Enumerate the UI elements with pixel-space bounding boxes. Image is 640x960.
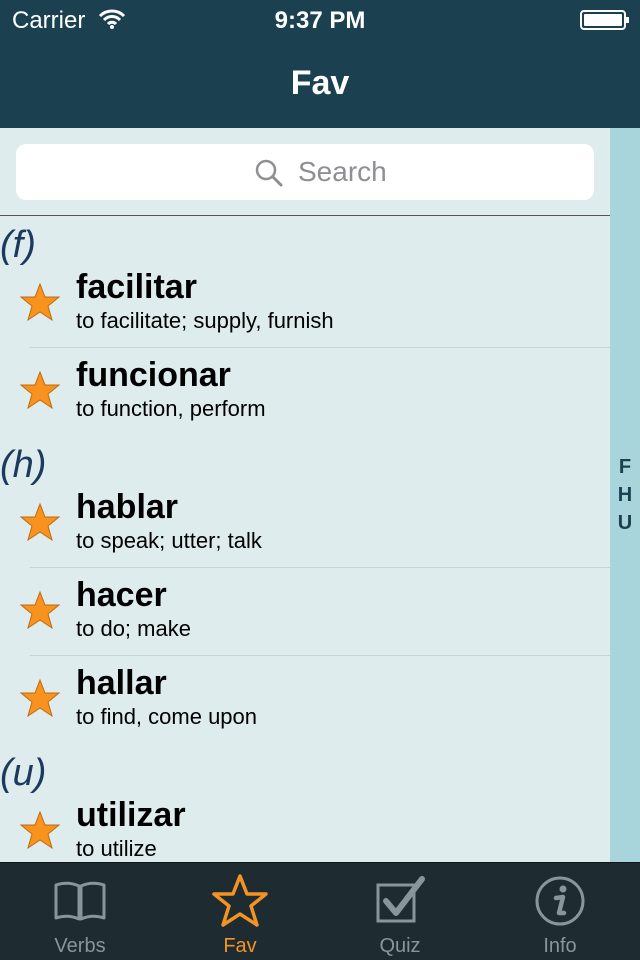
verb-meaning: to find, come upon [76, 704, 258, 729]
verb-meaning: to function, perform [76, 396, 266, 421]
star-icon[interactable] [20, 370, 60, 410]
verb-meaning: to utilize [76, 836, 157, 861]
tab-fav[interactable]: Fav [160, 863, 320, 960]
battery-icon [580, 10, 629, 30]
search-input[interactable]: Search [16, 144, 594, 200]
tab-label: Quiz [379, 935, 421, 957]
search-placeholder: Search [298, 156, 387, 187]
page-title: Fav [290, 64, 350, 102]
status-bar: Carrier 9:37 PM [0, 0, 640, 40]
verb-label: hablar [76, 488, 179, 526]
search-icon [255, 159, 283, 187]
verb-label: facilitar [76, 268, 197, 306]
info-icon [535, 876, 585, 926]
verb-meaning: to speak; utter; talk [76, 528, 262, 553]
checkbox-icon [376, 876, 425, 923]
verb-label: utilizar [76, 796, 186, 834]
status-time: 9:37 PM [274, 7, 366, 34]
tab-verbs[interactable]: Verbs [0, 863, 160, 960]
tab-info[interactable]: Info [480, 863, 640, 960]
verb-label: hacer [76, 576, 167, 614]
list-item[interactable]: hablar to speak; utter; talk [0, 480, 610, 568]
star-icon [212, 874, 268, 927]
star-icon[interactable] [20, 810, 60, 850]
star-icon[interactable] [20, 502, 60, 542]
nav-bar: Fav [0, 40, 640, 128]
index-letter-h[interactable]: H [610, 484, 640, 507]
verb-meaning: to do; make [76, 616, 191, 641]
star-icon[interactable] [20, 590, 60, 630]
star-icon[interactable] [20, 282, 60, 322]
verb-label: funcionar [76, 356, 231, 394]
list-item[interactable]: funcionar to function, perform [0, 348, 610, 436]
index-letter-u[interactable]: U [610, 512, 640, 535]
tab-label: Info [543, 935, 577, 957]
search-bar: Search [0, 128, 610, 216]
index-letter-f[interactable]: F [610, 456, 640, 479]
tab-bar: Verbs Fav Quiz Info [0, 862, 640, 960]
tab-label: Verbs [54, 935, 106, 957]
tab-label: Fav [223, 935, 257, 957]
tab-quiz[interactable]: Quiz [320, 863, 480, 960]
verb-label: hallar [76, 664, 167, 702]
book-icon [54, 881, 106, 921]
list-item[interactable]: facilitar to facilitate; supply, furnish [0, 260, 610, 348]
list-item[interactable]: hacer to do; make [0, 568, 610, 656]
favorites-list[interactable]: Search (f) facilitar to facilitate; supp… [0, 128, 610, 862]
star-icon[interactable] [20, 678, 60, 718]
section-index[interactable]: F H U [610, 128, 640, 862]
list-item[interactable]: utilizar to utilize [0, 788, 610, 862]
list-item[interactable]: hallar to find, come upon [0, 656, 610, 744]
verb-meaning: to facilitate; supply, furnish [76, 308, 334, 333]
